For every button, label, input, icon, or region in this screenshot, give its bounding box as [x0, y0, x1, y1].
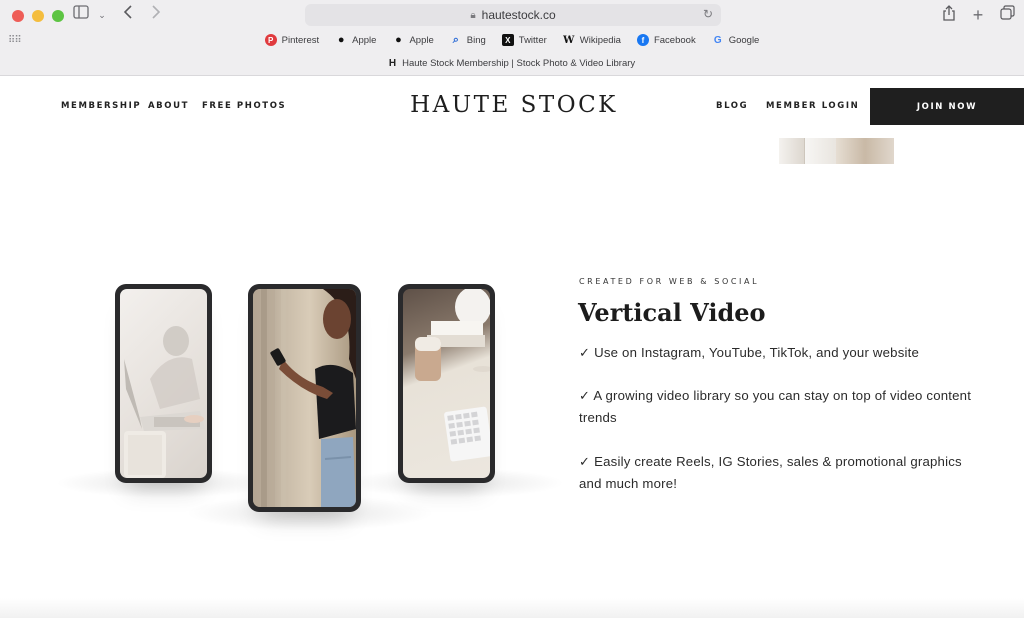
- join-now-button[interactable]: JOIN NOW: [870, 88, 1024, 125]
- forward-button[interactable]: [148, 5, 164, 25]
- favorite-label: Google: [728, 34, 760, 46]
- tab-title: Haute Stock Membership | Stock Photo & V…: [402, 58, 636, 69]
- video-thumbnail-woman-phone: [253, 289, 356, 507]
- favorite-wikipedia[interactable]: W Wikipedia: [563, 34, 621, 46]
- nav-membership[interactable]: MEMBERSHIP: [61, 101, 141, 111]
- favorite-label: Facebook: [653, 34, 696, 46]
- partial-photo-strip: [779, 138, 894, 164]
- feature-bullet: ✓ A growing video library so you can sta…: [579, 388, 972, 425]
- chevron-down-icon[interactable]: ⌄: [96, 5, 108, 25]
- x-icon: X: [501, 34, 514, 46]
- section-eyebrow: CREATED FOR WEB & SOCIAL: [579, 277, 760, 286]
- tab-overview-icon[interactable]: [998, 5, 1016, 25]
- phone-mockup-left: [115, 284, 212, 483]
- browser-toolbar: ⌄ 🔒︎ hautestock.co ↻ + ⠿⠿ P Pinterest ● …: [0, 0, 1024, 76]
- close-window-button[interactable]: [12, 10, 24, 22]
- favorite-label: Bing: [466, 34, 486, 46]
- apple-icon: ●: [395, 34, 402, 46]
- google-icon: G: [713, 34, 722, 46]
- back-button[interactable]: [120, 5, 136, 25]
- site-header: MEMBERSHIP ABOUT FREE PHOTOS HAUTE STOCK…: [0, 76, 1024, 136]
- url-text: hautestock.co: [481, 8, 556, 22]
- favorite-label: Apple: [352, 34, 377, 46]
- phone-mockup-center: [248, 284, 361, 512]
- favorite-label: Apple: [409, 34, 434, 46]
- video-thumbnail-desk: [403, 289, 490, 478]
- favorite-apple-1[interactable]: ● Apple: [335, 34, 377, 46]
- facebook-icon: f: [636, 34, 649, 46]
- window-controls: [12, 10, 64, 22]
- feature-bullet: ✓ Easily create Reels, IG Stories, sales…: [579, 454, 962, 491]
- lock-icon: 🔒︎: [470, 9, 476, 21]
- favorites-bar: P Pinterest ● Apple ● Apple ⌕ Bing X Twi…: [0, 34, 1024, 46]
- favorite-apple-2[interactable]: ● Apple: [392, 34, 434, 46]
- favorite-twitter[interactable]: X Twitter: [501, 34, 547, 46]
- nav-free-photos[interactable]: FREE PHOTOS: [202, 101, 286, 111]
- favorite-label: Twitter: [518, 34, 547, 46]
- section-headline: Vertical Video: [578, 298, 766, 327]
- video-thumbnail-laptop: [120, 289, 207, 478]
- address-bar[interactable]: 🔒︎ hautestock.co ↻: [305, 4, 721, 26]
- section-divider: [0, 598, 1024, 618]
- search-icon: ⌕: [452, 33, 459, 46]
- reload-icon[interactable]: ↻: [703, 7, 713, 21]
- active-tab[interactable]: H Haute Stock Membership | Stock Photo &…: [0, 58, 1024, 69]
- nav-about[interactable]: ABOUT: [148, 101, 189, 111]
- nav-blog[interactable]: BLOG: [716, 101, 748, 111]
- wikipedia-icon: W: [563, 34, 575, 46]
- favorite-pinterest[interactable]: P Pinterest: [264, 34, 320, 46]
- sidebar-toggle-icon[interactable]: [72, 5, 90, 25]
- share-icon[interactable]: [940, 5, 958, 25]
- favorite-bing[interactable]: ⌕ Bing: [450, 34, 486, 46]
- nav-member-login[interactable]: MEMBER LOGIN: [766, 101, 859, 111]
- favorite-label: Pinterest: [281, 34, 320, 46]
- site-logo[interactable]: HAUTE STOCK: [409, 92, 619, 118]
- minimize-window-button[interactable]: [32, 10, 44, 22]
- favorite-label: Wikipedia: [579, 34, 621, 46]
- pinterest-icon: P: [264, 34, 277, 46]
- feature-bullet: ✓ Use on Instagram, YouTube, TikTok, and…: [579, 345, 920, 360]
- apple-icon: ●: [337, 34, 345, 46]
- favorite-google[interactable]: G Google: [712, 34, 760, 46]
- favorite-facebook[interactable]: f Facebook: [636, 34, 696, 46]
- zoom-window-button[interactable]: [52, 10, 64, 22]
- new-tab-icon[interactable]: +: [970, 5, 986, 25]
- phone-mockup-right: [398, 284, 495, 483]
- site-favicon: H: [388, 58, 397, 69]
